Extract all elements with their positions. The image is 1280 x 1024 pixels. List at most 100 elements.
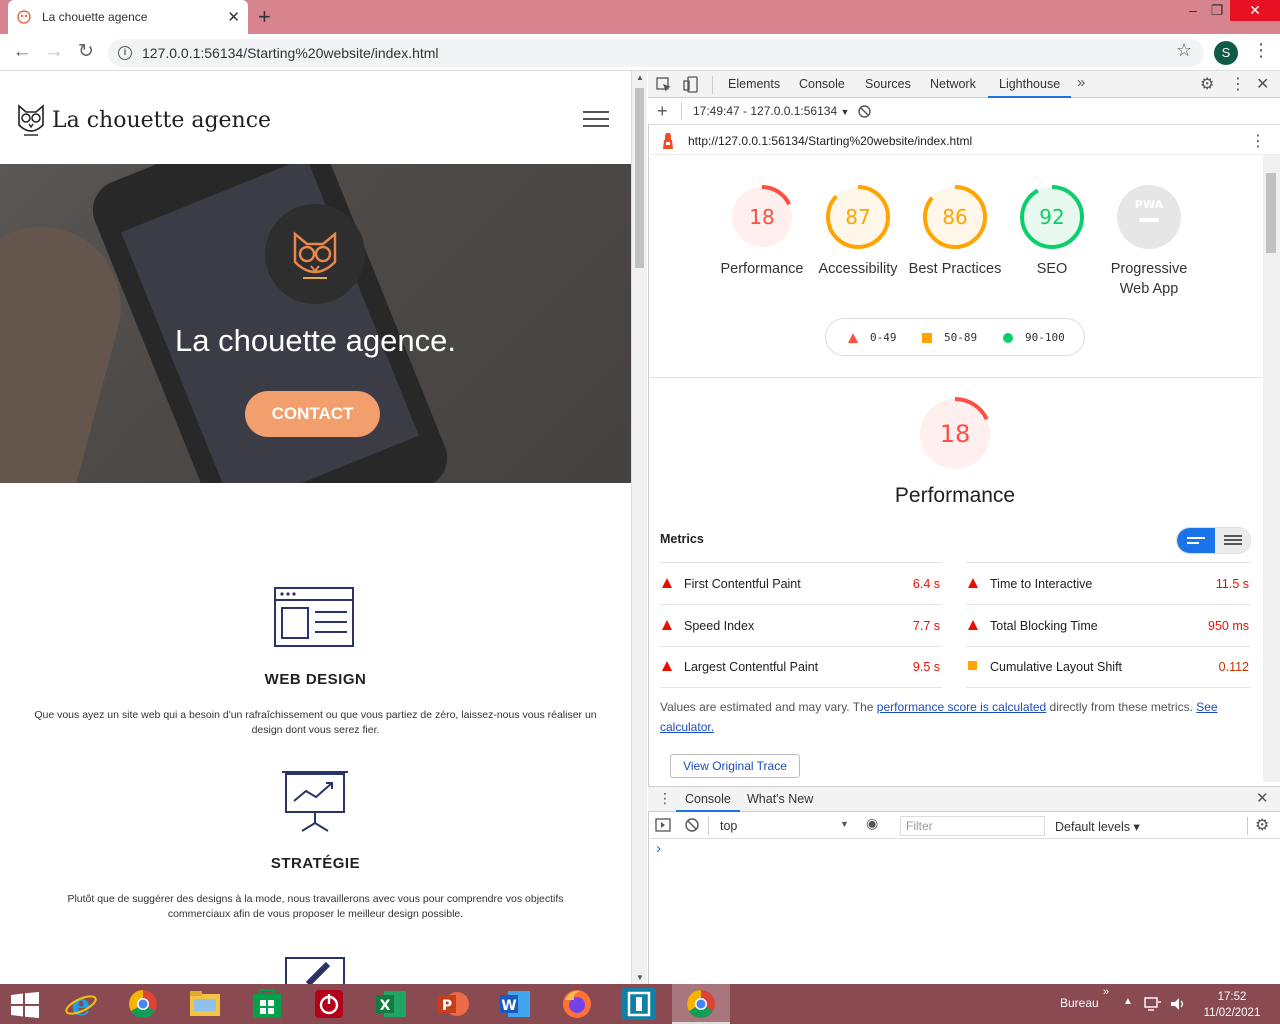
fail-triangle-icon: [662, 661, 672, 671]
site-info-icon[interactable]: i: [118, 46, 132, 60]
system-clock[interactable]: 17:52 11/02/2021: [1196, 989, 1268, 1021]
drawer-close-icon[interactable]: ✕: [1256, 789, 1269, 807]
clear-reports-icon[interactable]: [858, 105, 871, 118]
performance-gauge[interactable]: 18: [729, 184, 795, 250]
metrics-column-left: First Contentful Paint 6.4 s Speed Index 7…: [660, 562, 942, 688]
profile-avatar[interactable]: S: [1214, 41, 1238, 65]
legend-pass-range: 90-100: [1025, 331, 1065, 344]
excel-icon[interactable]: X: [374, 988, 408, 1020]
pwa-label: Progressive Web App: [1110, 261, 1188, 297]
forward-arrow-icon[interactable]: →: [42, 40, 66, 64]
more-tabs-icon[interactable]: »: [1077, 74, 1085, 91]
metric-row[interactable]: First Contentful Paint 6.4 s: [660, 562, 942, 604]
store-icon[interactable]: [250, 988, 284, 1020]
lighthouse-icon: [663, 133, 673, 149]
metric-row[interactable]: Cumulative Layout Shift 0.112: [966, 646, 1251, 688]
tab-network[interactable]: Network: [930, 77, 976, 91]
devtools-close-icon[interactable]: ✕: [1256, 74, 1269, 94]
tab-close-icon[interactable]: ✕: [227, 8, 240, 26]
metric-value: 11.5 s: [1215, 576, 1249, 591]
pwa-gauge[interactable]: PWA: [1116, 184, 1182, 250]
legend-fail-range: 0-49: [870, 331, 897, 344]
toggle-compact-view-icon[interactable]: [1177, 528, 1215, 553]
new-report-icon[interactable]: +: [657, 101, 668, 122]
tab-elements[interactable]: Elements: [728, 77, 780, 91]
metrics-view-toggle[interactable]: [1176, 527, 1251, 554]
legend-fail-triangle-icon: [848, 333, 858, 343]
contact-button[interactable]: CONTACT: [245, 391, 380, 437]
browser-menu-icon[interactable]: ⋮: [1252, 40, 1270, 61]
fail-triangle-icon: [968, 619, 978, 630]
console-filter-input[interactable]: Filter: [900, 816, 1045, 836]
internet-explorer-icon[interactable]: e: [64, 988, 98, 1023]
reload-icon[interactable]: ↻: [74, 40, 98, 64]
metrics-note: Values are estimated and may vary. The p…: [660, 697, 1230, 737]
console-sidebar-icon[interactable]: [655, 818, 671, 832]
context-selector[interactable]: top: [720, 819, 737, 833]
log-levels-dropdown[interactable]: Default levels ▾: [1055, 819, 1140, 834]
metric-row[interactable]: Speed Index 7.7 s: [660, 604, 942, 646]
toolbar-expand-icon[interactable]: »: [1103, 986, 1109, 998]
report-menu-icon[interactable]: ⋮: [1250, 131, 1266, 151]
url-text: 127.0.0.1:56134/Starting%20website/index…: [142, 45, 439, 61]
tab-title: La chouette agence: [42, 10, 148, 24]
hero-title: La chouette agence.: [175, 323, 456, 358]
web-page-viewport: La chouette agence La chouette agence. C…: [0, 71, 631, 984]
devtools-menu-icon[interactable]: ⋮: [1230, 74, 1246, 94]
browser-tab[interactable]: La chouette agence ✕: [8, 0, 248, 34]
service-title-web-design: WEB DESIGN: [264, 671, 367, 688]
report-scrollbar[interactable]: [1263, 155, 1280, 782]
tab-sources[interactable]: Sources: [865, 77, 911, 91]
tab-console[interactable]: Console: [799, 77, 845, 91]
report-url[interactable]: http://127.0.0.1:56134/Starting%20websit…: [688, 134, 972, 148]
windows-start-icon[interactable]: [11, 992, 39, 1018]
live-expression-eye-icon[interactable]: ◉: [866, 815, 878, 832]
firefox-icon[interactable]: [560, 988, 594, 1020]
restore-button[interactable]: ❐: [1200, 0, 1234, 22]
volume-icon[interactable]: [1170, 996, 1186, 1012]
file-explorer-icon[interactable]: [188, 988, 222, 1020]
device-toolbar-icon[interactable]: [683, 76, 699, 93]
tray-up-arrow-icon[interactable]: ▲: [1123, 996, 1133, 1007]
svg-text:X: X: [380, 998, 391, 1014]
word-icon[interactable]: W: [498, 988, 532, 1020]
url-omnibox[interactable]: i 127.0.0.1:56134/Starting%20website/ind…: [108, 39, 1204, 67]
metric-row[interactable]: Largest Contentful Paint 9.5 s: [660, 646, 942, 688]
back-arrow-icon[interactable]: ←: [10, 40, 34, 64]
tab-lighthouse[interactable]: Lighthouse: [988, 77, 1072, 98]
new-tab-button[interactable]: +: [258, 4, 271, 30]
powerpoint-icon[interactable]: P: [436, 988, 470, 1020]
drawer-tab-console[interactable]: Console: [676, 787, 740, 812]
window-close-button[interactable]: ✕: [1230, 0, 1280, 21]
toggle-expanded-view-icon[interactable]: [1215, 528, 1250, 553]
view-original-trace-button[interactable]: View Original Trace: [670, 754, 800, 778]
metric-row[interactable]: Time to Interactive 11.5 s: [966, 562, 1251, 604]
app-window-icon[interactable]: [622, 988, 656, 1020]
best-practices-gauge[interactable]: 86: [922, 184, 988, 250]
page-scrollbar[interactable]: ▲ ▼: [631, 71, 647, 984]
inspect-element-icon[interactable]: [656, 77, 672, 93]
context-dropdown-icon[interactable]: ▼: [840, 819, 849, 829]
strategy-chart-icon: [282, 771, 348, 832]
bookmark-star-icon[interactable]: ☆: [1176, 40, 1192, 61]
score-calculated-link[interactable]: performance score is calculated: [877, 700, 1046, 714]
chrome-active-taskbar-icon[interactable]: [672, 984, 730, 1024]
devtools-settings-icon[interactable]: ⚙: [1200, 74, 1214, 94]
seo-gauge[interactable]: 92: [1019, 184, 1085, 250]
clock-date: 11/02/2021: [1203, 1007, 1261, 1019]
site-logo[interactable]: La chouette agence: [16, 103, 271, 137]
drawer-tab-whats-new[interactable]: What's New: [747, 792, 813, 806]
drawer-menu-icon[interactable]: ⋮: [658, 790, 672, 807]
brand-name: La chouette agence: [52, 107, 272, 133]
desktop-toolbar-label[interactable]: Bureau: [1060, 996, 1099, 1010]
report-selector[interactable]: 17:49:47 - 127.0.0.1:56134 ▼: [693, 104, 849, 118]
power-app-icon[interactable]: [312, 988, 346, 1020]
accessibility-gauge[interactable]: 87: [825, 184, 891, 250]
metric-row[interactable]: Total Blocking Time 950 ms: [966, 604, 1251, 646]
clear-console-icon[interactable]: [685, 818, 699, 832]
console-prompt[interactable]: ›: [656, 840, 661, 857]
chrome-taskbar-icon[interactable]: [126, 988, 160, 1020]
hamburger-menu-icon[interactable]: [583, 111, 609, 132]
network-icon[interactable]: [1144, 996, 1162, 1012]
console-settings-icon[interactable]: ⚙: [1255, 815, 1269, 835]
